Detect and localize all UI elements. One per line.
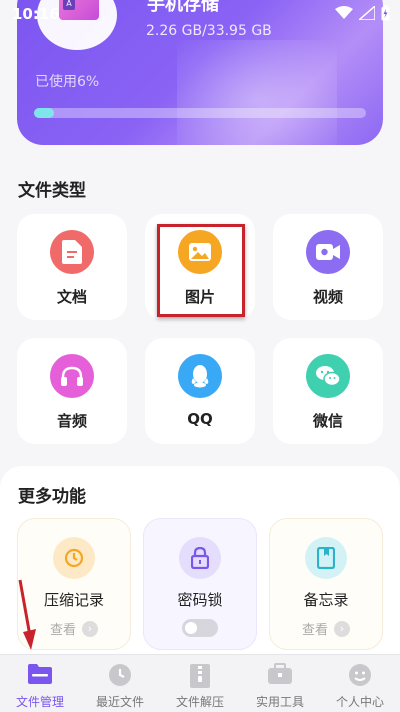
- nav-label: 文件管理: [15, 695, 64, 709]
- toolbox-icon: [268, 663, 292, 684]
- chevron-right-icon: ›: [334, 620, 350, 637]
- password-lock-card[interactable]: 密码锁: [143, 518, 257, 650]
- document-icon: [50, 230, 94, 274]
- file-type-label: 视频: [312, 288, 343, 306]
- file-type-label: QQ: [187, 410, 213, 428]
- nav-utilities[interactable]: 实用工具: [240, 655, 320, 712]
- toggle-knob: [185, 622, 197, 634]
- file-type-wechat[interactable]: 微信: [273, 338, 383, 444]
- password-lock-toggle[interactable]: [182, 619, 218, 637]
- card-label: 密码锁: [177, 591, 223, 609]
- file-type-label: 文档: [56, 288, 87, 306]
- wifi-icon: [335, 6, 353, 19]
- nav-file-extract[interactable]: 文件解压: [160, 655, 240, 712]
- nav-file-manager[interactable]: 文件管理: [0, 655, 80, 712]
- file-type-documents[interactable]: 文档: [17, 214, 127, 320]
- headphones-icon: [50, 354, 94, 398]
- nav-recent-files[interactable]: 最近文件: [80, 655, 160, 712]
- file-types-title: 文件类型: [18, 181, 86, 201]
- qq-icon: [178, 354, 222, 398]
- view-link[interactable]: 查看 ›: [270, 619, 382, 638]
- annotation-arrow-icon: [18, 579, 36, 650]
- profile-icon: [349, 664, 371, 686]
- lock-icon: [179, 537, 221, 579]
- nav-label: 文件解压: [175, 695, 224, 709]
- history-icon: [53, 537, 95, 579]
- highlight-box: [157, 224, 245, 317]
- file-type-label: 微信: [312, 412, 343, 430]
- status-time: 10:16: [12, 5, 60, 23]
- storage-used-label: 已使用6%: [35, 74, 100, 90]
- status-icons: [335, 5, 390, 21]
- chevron-right-icon: ›: [82, 620, 98, 637]
- file-type-videos[interactable]: 视频: [273, 214, 383, 320]
- folder-icon: [28, 664, 52, 684]
- card-glow: [177, 40, 337, 145]
- nav-profile[interactable]: 个人中心: [320, 655, 400, 712]
- zip-icon: [190, 664, 210, 688]
- video-icon: [306, 230, 350, 274]
- bottom-nav: 文件管理 最近文件 文件解压 实用工具 个人中心: [0, 654, 400, 712]
- nav-label: 实用工具: [255, 695, 304, 709]
- file-type-label: 音频: [56, 412, 87, 430]
- file-type-qq[interactable]: QQ: [145, 338, 255, 444]
- more-functions-title: 更多功能: [18, 487, 86, 507]
- file-type-audio[interactable]: 音频: [17, 338, 127, 444]
- nav-label: 个人中心: [335, 695, 384, 709]
- card-label: 备忘录: [303, 591, 349, 609]
- status-bar: 10:16: [0, 0, 400, 30]
- wechat-icon: [306, 354, 350, 398]
- memo-card[interactable]: 备忘录 查看 ›: [269, 518, 383, 650]
- storage-progress-fill: [34, 108, 54, 118]
- view-link-label: 查看: [301, 623, 328, 638]
- view-link-label: 查看: [49, 623, 76, 638]
- nav-label: 最近文件: [95, 695, 144, 709]
- clock-icon: [109, 664, 131, 686]
- battery-icon: [381, 5, 390, 21]
- notebook-icon: [305, 537, 347, 579]
- storage-progress-bar: [34, 108, 366, 118]
- signal-icon: [359, 6, 375, 20]
